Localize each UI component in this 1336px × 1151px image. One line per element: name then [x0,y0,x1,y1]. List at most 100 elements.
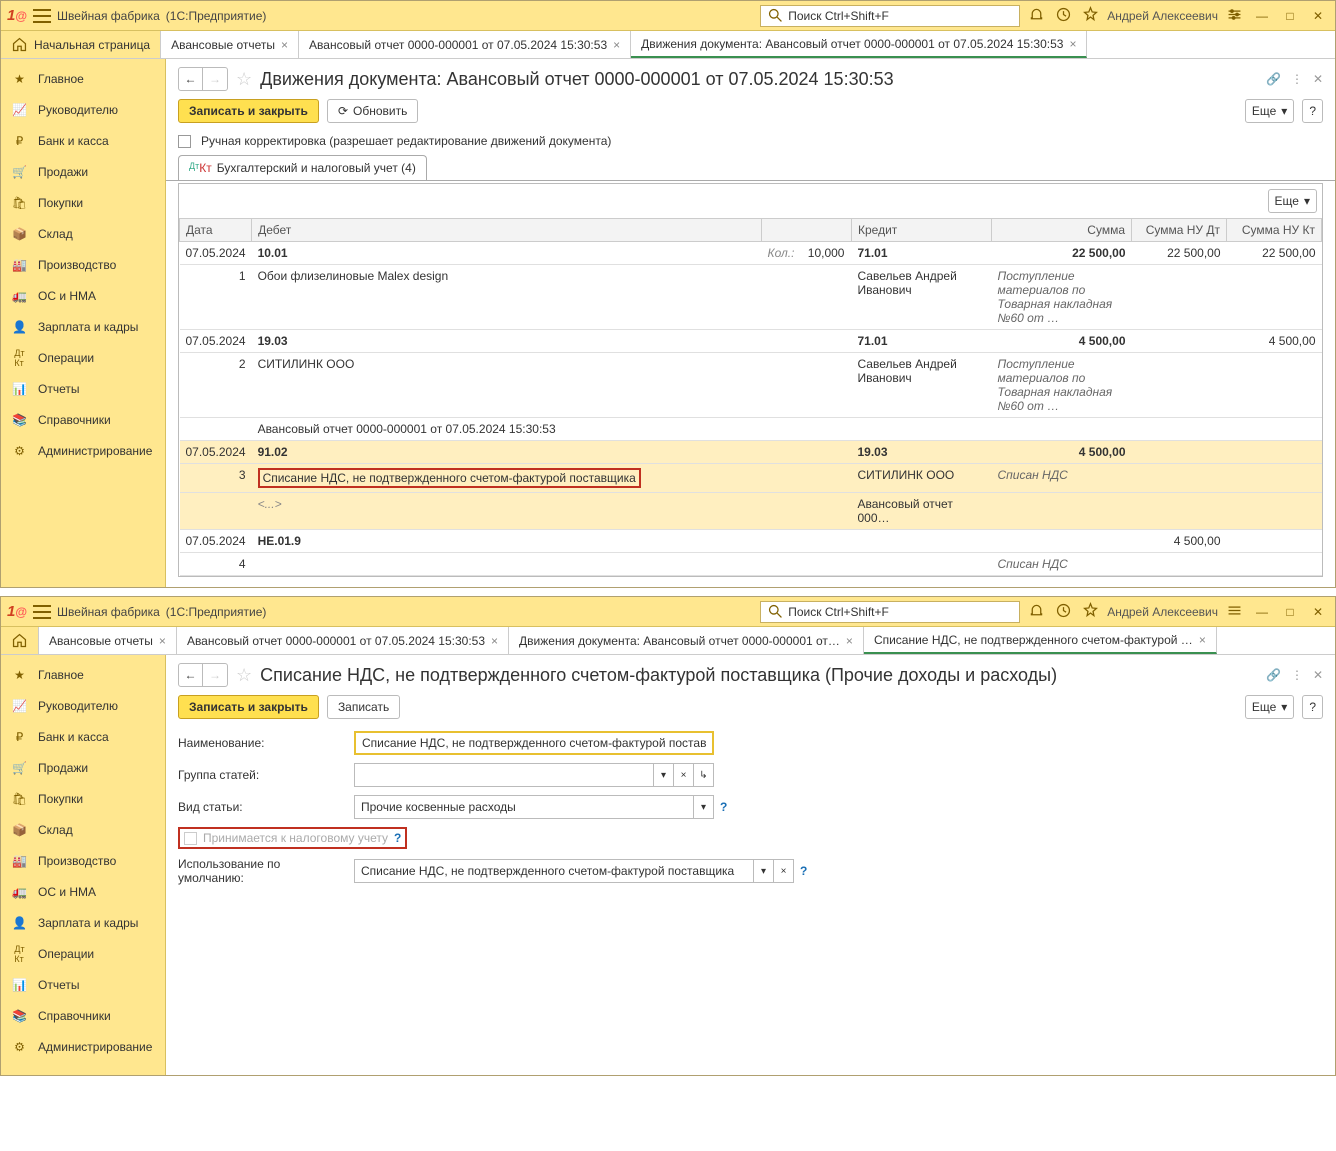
close-icon[interactable]: × [159,634,166,648]
settings-icon[interactable] [1224,4,1245,28]
history-icon[interactable] [1053,4,1074,28]
default-field[interactable] [354,859,754,883]
bell-icon[interactable] [1026,4,1047,28]
dropdown-icon[interactable]: ▾ [754,859,774,883]
maximize-button[interactable]: □ [1279,602,1301,622]
tab-home[interactable] [1,627,39,654]
forward-button[interactable]: → [203,68,227,90]
sidebar-item-stock[interactable]: 📦Склад [1,218,165,249]
search-input[interactable]: Поиск Ctrl+Shift+F [760,601,1020,623]
col-date[interactable]: Дата [180,219,252,242]
sidebar-item-salary[interactable]: 👤Зарплата и кадры [1,311,165,342]
help-icon[interactable]: ? [720,800,727,814]
close-icon[interactable]: × [281,38,288,52]
help-button[interactable]: ? [1302,99,1323,123]
back-button[interactable]: ← [179,664,203,686]
star-icon[interactable] [1080,600,1101,624]
sidebar-item-production[interactable]: 🏭Производство [1,249,165,280]
sidebar-item-admin[interactable]: ⚙Администрирование [1,1031,165,1062]
type-field[interactable] [354,795,694,819]
close-button[interactable]: ✕ [1307,602,1329,622]
close-icon[interactable]: × [613,38,620,52]
minimize-button[interactable]: — [1251,602,1273,622]
menu-burger-icon[interactable] [33,9,51,23]
sidebar-item-purchases[interactable]: 🛍Покупки [1,783,165,814]
col-credit[interactable]: Кредит [852,219,992,242]
sidebar-item-refs[interactable]: 📚Справочники [1,404,165,435]
table-row[interactable]: 07.05.2024 19.03 71.01 4 500,00 4 500,00 [180,330,1322,353]
close-page-button[interactable]: ✕ [1313,72,1323,86]
menu-burger-icon[interactable] [33,605,51,619]
bell-icon[interactable] [1026,600,1047,624]
tab-advance-reports[interactable]: Авансовые отчеты× [39,627,177,654]
refresh-button[interactable]: ⟳Обновить [327,99,418,123]
search-input[interactable]: Поиск Ctrl+Shift+F [760,5,1020,27]
tab-home[interactable]: Начальная страница [1,31,161,58]
table-row[interactable]: Авансовый отчет 0000-000001 от 07.05.202… [180,418,1322,441]
sidebar-item-main[interactable]: ★Главное [1,63,165,94]
tax-checkbox[interactable] [184,832,197,845]
table-row[interactable]: 3 Списание НДС, не подтвержденного счето… [180,464,1322,493]
sidebar-item-reports[interactable]: 📊Отчеты [1,969,165,1000]
close-icon[interactable]: × [846,634,853,648]
kebab-icon[interactable]: ⋮ [1291,72,1303,86]
sidebar-item-main[interactable]: ★Главное [1,659,165,690]
sidebar-item-operations[interactable]: ДтКтОперации [1,938,165,969]
table-row[interactable]: <...> Авансовый отчет 000… [180,493,1322,530]
more-button[interactable]: Еще ▾ [1245,99,1294,123]
settings-icon[interactable] [1224,600,1245,624]
sidebar-item-reports[interactable]: 📊Отчеты [1,373,165,404]
back-button[interactable]: ← [179,68,203,90]
tab-document-movements[interactable]: Движения документа: Авансовый отчет 0000… [509,627,864,654]
sidebar-item-refs[interactable]: 📚Справочники [1,1000,165,1031]
col-debit[interactable]: Дебет [252,219,762,242]
close-page-button[interactable]: ✕ [1313,668,1323,682]
sidebar-item-bank[interactable]: ₽Банк и касса [1,721,165,752]
table-row[interactable]: 07.05.2024 10.01 Кол.: 10,000 71.01 22 5… [180,242,1322,265]
dropdown-icon[interactable]: ▾ [694,795,714,819]
close-icon[interactable]: × [491,634,498,648]
write-button[interactable]: Записать [327,695,400,719]
close-icon[interactable]: × [1199,633,1206,647]
sidebar-item-bank[interactable]: ₽Банк и касса [1,125,165,156]
group-combo[interactable]: ▾ × ↳ [354,763,714,787]
maximize-button[interactable]: □ [1279,6,1301,26]
help-icon[interactable]: ? [394,831,401,845]
table-row[interactable]: 07.05.2024 91.02 19.03 4 500,00 [180,441,1322,464]
minimize-button[interactable]: — [1251,6,1273,26]
default-combo[interactable]: ▾ × [354,859,794,883]
clear-icon[interactable]: × [774,859,794,883]
save-close-button[interactable]: Записать и закрыть [178,695,319,719]
link-icon[interactable]: 🔗 [1266,668,1281,682]
more-button[interactable]: Еще ▾ [1245,695,1294,719]
sidebar-item-operations[interactable]: ДтКтОперации [1,342,165,373]
open-icon[interactable]: ↳ [694,763,714,787]
tab-vat-writeoff[interactable]: Списание НДС, не подтвержденного счетом-… [864,627,1217,654]
favorite-icon[interactable]: ☆ [236,665,252,686]
col-sum-dt[interactable]: Сумма НУ Дт [1132,219,1227,242]
table-row[interactable]: 2 СИТИЛИНК ООО Савельев Андрей Иванович … [180,353,1322,418]
help-icon[interactable]: ? [800,864,807,878]
history-icon[interactable] [1053,600,1074,624]
save-close-button[interactable]: Записать и закрыть [178,99,319,123]
manual-edit-checkbox[interactable] [178,135,191,148]
sidebar-item-salary[interactable]: 👤Зарплата и кадры [1,907,165,938]
group-field[interactable] [354,763,654,787]
help-button[interactable]: ? [1302,695,1323,719]
sidebar-item-production[interactable]: 🏭Производство [1,845,165,876]
table-more-button[interactable]: Еще ▾ [1268,189,1317,213]
highlighted-debit-text[interactable]: Списание НДС, не подтвержденного счетом-… [258,468,641,488]
sidebar-item-os[interactable]: 🚛ОС и НМА [1,876,165,907]
favorite-icon[interactable]: ☆ [236,69,252,90]
table-row[interactable]: 07.05.2024 НЕ.01.9 4 500,00 [180,530,1322,553]
close-icon[interactable]: × [1069,37,1076,51]
table-row[interactable]: 1 Обои флизелиновые Malex design Савелье… [180,265,1322,330]
type-combo[interactable]: ▾ [354,795,714,819]
tab-document-movements[interactable]: Движения документа: Авансовый отчет 0000… [631,31,1087,58]
close-button[interactable]: ✕ [1307,6,1329,26]
dropdown-icon[interactable]: ▾ [654,763,674,787]
sidebar-item-stock[interactable]: 📦Склад [1,814,165,845]
tab-advance-report-doc[interactable]: Авансовый отчет 0000-000001 от 07.05.202… [299,31,631,58]
link-icon[interactable]: 🔗 [1266,72,1281,86]
tab-advance-report-doc[interactable]: Авансовый отчет 0000-000001 от 07.05.202… [177,627,509,654]
